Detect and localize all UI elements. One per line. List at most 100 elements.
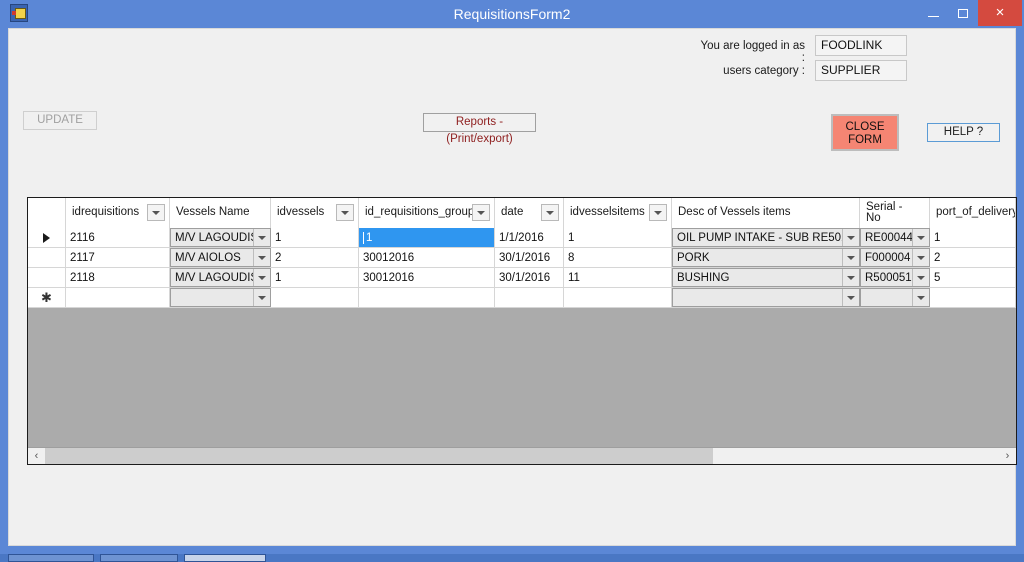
cell-id_requisitions_group[interactable]: 1 [359, 228, 495, 247]
row-header[interactable] [28, 248, 66, 267]
current-row-arrow-icon[interactable] [28, 228, 66, 247]
scroll-track[interactable] [45, 448, 999, 464]
cell-value: 30/1/2016 [499, 271, 551, 284]
cell-idvesselsitems[interactable]: 8 [564, 248, 672, 267]
restore-button[interactable] [948, 0, 978, 26]
cell-chevron-down-icon[interactable] [912, 269, 929, 286]
scroll-right-arrow[interactable]: › [999, 448, 1016, 464]
cell-value: 5 [934, 271, 941, 284]
cell-serial_no[interactable]: R500051 [860, 268, 930, 287]
taskbar-item[interactable] [184, 554, 266, 562]
cell-chevron-down-icon[interactable] [912, 289, 929, 306]
column-filter-chevron-down-icon[interactable] [541, 204, 559, 221]
column-filter-chevron-down-icon[interactable] [649, 204, 667, 221]
cell-date[interactable]: 1/1/2016 [495, 228, 564, 247]
requisitions-data-grid[interactable]: idrequisitions Vessels Name idvessels id_re… [27, 197, 1017, 465]
cell-id_requisitions_group[interactable] [359, 288, 495, 307]
cell-port_of_delivery[interactable]: 1 [930, 228, 1016, 247]
cell-value: 1/1/2016 [499, 231, 544, 244]
column-header-idvessels[interactable]: idvessels [271, 198, 359, 228]
table-row[interactable]: 2117 M/V AIOLOS 2 30012016 30/1/2016 8 PORK F00… [28, 248, 1016, 268]
cell-idvesselsitems[interactable]: 1 [564, 228, 672, 247]
cell-desc_of_vessels_items[interactable]: PORK [672, 248, 860, 267]
cell-serial_no[interactable] [860, 288, 930, 307]
cell-idrequisitions[interactable]: 2117 [66, 248, 170, 267]
cell-port_of_delivery[interactable]: 5 [930, 268, 1016, 287]
close-button[interactable]: × [978, 0, 1022, 26]
table-row[interactable]: 2116 M/V LAGOUDIS 1 1 1/1/2016 1 OIL PUMP INTA… [28, 228, 1016, 248]
scroll-left-arrow[interactable]: ‹ [28, 448, 45, 464]
cell-value: 1 [275, 271, 282, 284]
cell-vessels_name[interactable]: M/V LAGOUDIS [170, 228, 271, 247]
cell-vessels_name[interactable]: M/V LAGOUDIS [170, 268, 271, 287]
cell-idvesselsitems[interactable]: 11 [564, 268, 672, 287]
help-button[interactable]: HELP ? [927, 123, 1000, 142]
cell-desc_of_vessels_items[interactable]: BUSHING [672, 268, 860, 287]
cell-chevron-down-icon[interactable] [842, 229, 859, 246]
column-header-vessels_name[interactable]: Vessels Name [170, 198, 271, 228]
cell-chevron-down-icon[interactable] [912, 249, 929, 266]
cell-desc_of_vessels_items[interactable]: OIL PUMP INTAKE - SUB RE501363 [672, 228, 860, 247]
cell-chevron-down-icon[interactable] [253, 269, 270, 286]
cell-chevron-down-icon[interactable] [253, 229, 270, 246]
cell-chevron-down-icon[interactable] [912, 229, 929, 246]
column-header-date[interactable]: date [495, 198, 564, 228]
users-category-value[interactable]: SUPPLIER [815, 60, 907, 81]
cell-idvessels[interactable]: 1 [271, 228, 359, 247]
cell-port_of_delivery[interactable] [930, 288, 1016, 307]
close-form-button[interactable]: CLOSE FORM [831, 114, 899, 151]
cell-serial_no[interactable]: RE00044 [860, 228, 930, 247]
minimize-button[interactable] [918, 0, 948, 26]
new-row-star-icon[interactable]: ✱ [28, 288, 66, 307]
cell-idrequisitions[interactable]: 2118 [66, 268, 170, 287]
column-header-serial_no[interactable]: Serial - No [860, 198, 930, 228]
column-filter-chevron-down-icon[interactable] [336, 204, 354, 221]
column-header-idvesselsitems[interactable]: idvesselsitems [564, 198, 672, 228]
logged-in-value[interactable]: FOODLINK [815, 35, 907, 56]
cell-idvessels[interactable]: 2 [271, 248, 359, 267]
cell-chevron-down-icon[interactable] [842, 289, 859, 306]
cell-port_of_delivery[interactable]: 2 [930, 248, 1016, 267]
cell-desc_of_vessels_items[interactable] [672, 288, 860, 307]
column-header-port_of_delivery[interactable]: port_of_delivery [930, 198, 1016, 228]
column-header-idrequisitions[interactable]: idrequisitions [66, 198, 170, 228]
cell-chevron-down-icon[interactable] [253, 289, 270, 306]
reports-button[interactable]: Reports - (Print/export) [423, 113, 536, 145]
cell-value: 30/1/2016 [499, 251, 551, 264]
cell-chevron-down-icon[interactable] [253, 249, 270, 266]
scroll-thumb[interactable] [45, 448, 713, 464]
cell-chevron-down-icon[interactable] [842, 269, 859, 286]
cell-date[interactable]: 30/1/2016 [495, 248, 564, 267]
close-form-line1: CLOSE [845, 121, 885, 133]
row-header[interactable] [28, 268, 66, 287]
column-header-label: Desc of Vessels items [678, 206, 791, 219]
cell-id_requisitions_group[interactable]: 30012016 [359, 268, 495, 287]
taskbar-item[interactable] [8, 554, 94, 562]
column-filter-chevron-down-icon[interactable] [472, 204, 490, 221]
grid-horizontal-scrollbar[interactable]: ‹ › [28, 447, 1016, 464]
update-button[interactable]: UPDATE [23, 111, 97, 130]
column-filter-chevron-down-icon[interactable] [147, 204, 165, 221]
cell-idrequisitions[interactable]: 2116 [66, 228, 170, 247]
cell-serial_no[interactable]: F000004 [860, 248, 930, 267]
column-header-id_requisitions_group[interactable]: id_requisitions_group [359, 198, 495, 228]
cell-value: M/V LAGOUDIS [175, 271, 259, 284]
cell-value: 30012016 [363, 271, 415, 284]
column-header-label: idvesselsitems [570, 206, 645, 219]
taskbar-item[interactable] [100, 554, 178, 562]
cell-id_requisitions_group[interactable]: 30012016 [359, 248, 495, 267]
cell-date[interactable] [495, 288, 564, 307]
table-row[interactable]: 2118 M/V LAGOUDIS 1 30012016 30/1/2016 11 BUSH… [28, 268, 1016, 288]
cell-value: F000004 [865, 251, 911, 264]
table-row[interactable]: ✱ [28, 288, 1016, 308]
cell-idvessels[interactable] [271, 288, 359, 307]
cell-idrequisitions[interactable] [66, 288, 170, 307]
cell-idvessels[interactable]: 1 [271, 268, 359, 287]
cell-vessels_name[interactable]: M/V AIOLOS [170, 248, 271, 267]
cell-idvesselsitems[interactable] [564, 288, 672, 307]
cell-date[interactable]: 30/1/2016 [495, 268, 564, 287]
column-header-desc_of_vessels_items[interactable]: Desc of Vessels items [672, 198, 860, 228]
cell-vessels_name[interactable] [170, 288, 271, 307]
taskbar[interactable] [0, 554, 1024, 562]
cell-chevron-down-icon[interactable] [842, 249, 859, 266]
